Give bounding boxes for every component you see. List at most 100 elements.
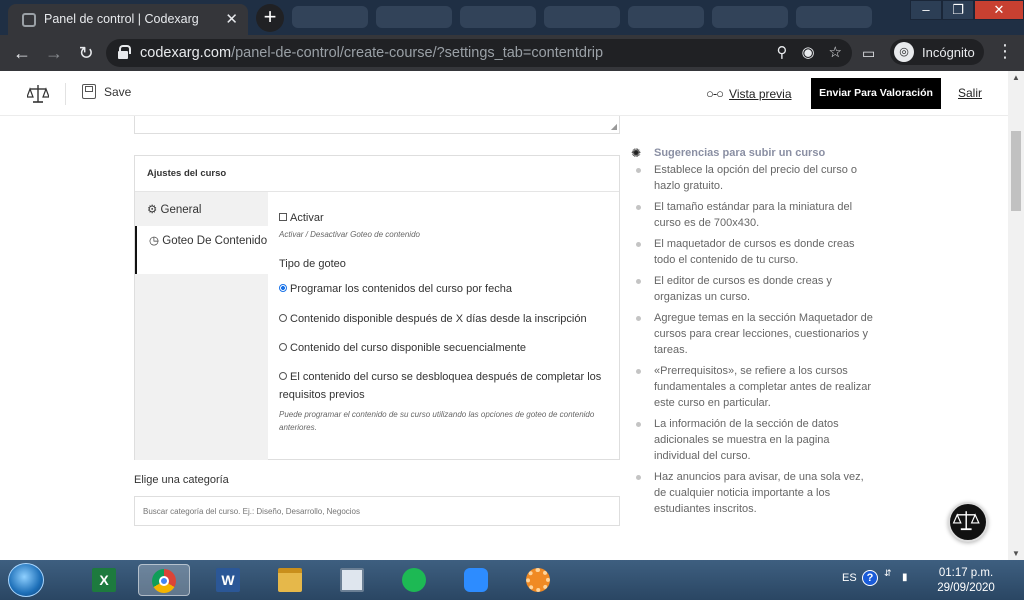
course-settings-title: Ajustes del curso [135, 156, 619, 192]
forward-arrow-icon[interactable]: → [42, 41, 66, 65]
save-label: Save [104, 85, 132, 99]
glasses-icon: ○-○ [706, 86, 724, 101]
settings-wheel-icon[interactable] [522, 564, 554, 596]
incognito-badge[interactable]: ◎ Incógnito [890, 39, 984, 65]
calculator-icon[interactable] [336, 564, 368, 596]
description-textarea[interactable]: ◢ [134, 116, 620, 134]
site-favicon-icon [22, 13, 36, 27]
omnibox-actions: ⚲ ◉ ☆ [776, 43, 842, 61]
tips-list: Establece la opción del precio del curso… [636, 162, 876, 522]
tip-item: «Prerrequisitos», se refiere a los curso… [636, 363, 876, 411]
page-scrollbar[interactable]: ▲ ▼ [1008, 71, 1024, 560]
submit-review-button[interactable]: Enviar Para Valoración [811, 78, 941, 109]
radio-label: Contenido del curso disponible secuencia… [290, 342, 527, 354]
checkbox-box[interactable] [279, 213, 287, 221]
scales-logo-icon[interactable] [27, 84, 49, 104]
back-arrow-icon[interactable]: ← [10, 41, 34, 65]
scrollbar-thumb[interactable] [1011, 131, 1021, 211]
lock-icon [118, 45, 131, 59]
zoom-icon[interactable]: ⚲ [776, 43, 787, 61]
tray-arrows-icon[interactable]: ⇵ [884, 568, 892, 579]
tip-item: El tamaño estándar para la miniatura del… [636, 199, 876, 231]
window-close-button[interactable]: ✕ [974, 0, 1024, 20]
language-indicator[interactable]: ES [842, 572, 857, 584]
tip-item: El editor de cursos es donde creas y org… [636, 273, 876, 305]
reload-icon[interactable]: ↻ [74, 41, 98, 65]
excel-icon[interactable]: X [88, 564, 120, 596]
zoom-icon[interactable] [460, 564, 492, 596]
tip-item: El maquetador de cursos es donde creas t… [636, 236, 876, 268]
preview-link[interactable]: ○-○ Vista previa [706, 86, 792, 101]
radio-after-prerequisites[interactable]: El contenido del curso se desbloquea des… [279, 368, 609, 404]
header-divider [65, 83, 66, 105]
minimize-button[interactable]: – [910, 0, 942, 20]
incognito-label: Incógnito [922, 45, 975, 60]
resize-grip-icon[interactable]: ◢ [611, 122, 617, 131]
bookmark-star-icon[interactable]: ☆ [829, 43, 842, 61]
radio-dot[interactable] [279, 314, 287, 322]
radio-dot-selected[interactable] [279, 284, 287, 292]
preview-label[interactable]: Vista previa [729, 87, 791, 101]
editor-header: Save ○-○ Vista previa Enviar Para Valorac… [0, 71, 1008, 116]
address-bar[interactable]: codexarg.com/panel-de-control/create-cou… [106, 39, 852, 67]
tab-close-icon[interactable]: ✕ [225, 10, 238, 28]
clock-time: 01:17 p.m. [938, 567, 994, 579]
clock-icon: ◷ [149, 235, 160, 247]
spotify-icon[interactable] [398, 564, 430, 596]
activate-drip-checkbox[interactable]: Activar [279, 212, 324, 224]
window-controls: – ❐ ✕ [910, 0, 1024, 20]
background-tab[interactable] [628, 6, 704, 28]
url-text[interactable]: codexarg.com/panel-de-control/create-cou… [140, 45, 603, 61]
help-icon[interactable]: ? [862, 570, 878, 586]
scroll-up-icon[interactable]: ▲ [1012, 73, 1020, 82]
tab-title: Panel de control | Codexarg [44, 12, 199, 26]
background-tab[interactable] [292, 6, 368, 28]
browser-tabbar: Panel de control | Codexarg ✕ + – ❐ ✕ [0, 0, 1024, 35]
radio-label: Programar los contenidos del curso por f… [290, 283, 512, 295]
word-icon[interactable]: W [212, 564, 244, 596]
scales-icon [952, 511, 980, 531]
browser-toolbar: ← → ↻ codexarg.com/panel-de-control/crea… [0, 35, 1024, 71]
radio-label: Contenido disponible después de X días d… [290, 313, 587, 325]
tip-item: Establece la opción del precio del curso… [636, 162, 876, 194]
gear-icon: ⚙ [147, 204, 158, 216]
radio-dot[interactable] [279, 343, 287, 351]
tip-item: Agregue temas en la sección Maquetador d… [636, 310, 876, 358]
new-tab-button[interactable]: + [256, 4, 284, 32]
browser-menu-icon[interactable]: ⋮ [996, 41, 1014, 62]
radio-label: El contenido del curso se desbloquea des… [279, 371, 602, 401]
background-tab[interactable] [712, 6, 788, 28]
category-search-input[interactable] [134, 496, 620, 526]
radio-sequential[interactable]: Contenido del curso disponible secuencia… [279, 339, 609, 357]
chrome-icon[interactable] [138, 564, 190, 596]
save-disk-icon [82, 84, 96, 99]
network-icon[interactable]: ▮ [902, 572, 908, 583]
tracking-blocked-icon[interactable]: ◉ [801, 43, 814, 61]
tab-content-drip[interactable]: ◷ Goteo De Contenido [135, 226, 268, 274]
maximize-button[interactable]: ❐ [942, 0, 974, 20]
cast-icon[interactable]: ▭ [862, 45, 875, 62]
radio-dot[interactable] [279, 372, 287, 380]
background-tab[interactable] [544, 6, 620, 28]
save-button[interactable]: Save [82, 84, 131, 99]
radio-schedule-by-date[interactable]: Programar los contenidos del curso por f… [279, 280, 609, 298]
category-label: Elige una categoría [134, 474, 229, 486]
course-settings-panel: Ajustes del curso ⚙ General ◷ Goteo De C… [134, 155, 620, 460]
lightbulb-icon: ✺ [631, 146, 642, 160]
exit-link[interactable]: Salir [958, 86, 982, 100]
explorer-icon[interactable] [274, 564, 306, 596]
scroll-down-icon[interactable]: ▼ [1012, 549, 1020, 558]
tab-general[interactable]: ⚙ General [135, 194, 268, 226]
browser-tab-active[interactable]: Panel de control | Codexarg ✕ [8, 4, 248, 35]
background-tab[interactable] [796, 6, 872, 28]
background-tab[interactable] [376, 6, 452, 28]
radio-after-x-days[interactable]: Contenido disponible después de X días d… [279, 310, 609, 328]
tips-title: Sugerencias para subir un curso [654, 147, 826, 159]
floating-scales-button[interactable] [948, 502, 988, 542]
incognito-icon: ◎ [894, 42, 914, 62]
background-tab[interactable] [460, 6, 536, 28]
drip-options-hint: Puede programar el contenido de su curso… [279, 410, 595, 432]
clock-date: 29/09/2020 [937, 582, 995, 594]
start-button[interactable] [8, 563, 44, 597]
clock[interactable]: 01:17 p.m. 29/09/2020 [926, 566, 1006, 596]
